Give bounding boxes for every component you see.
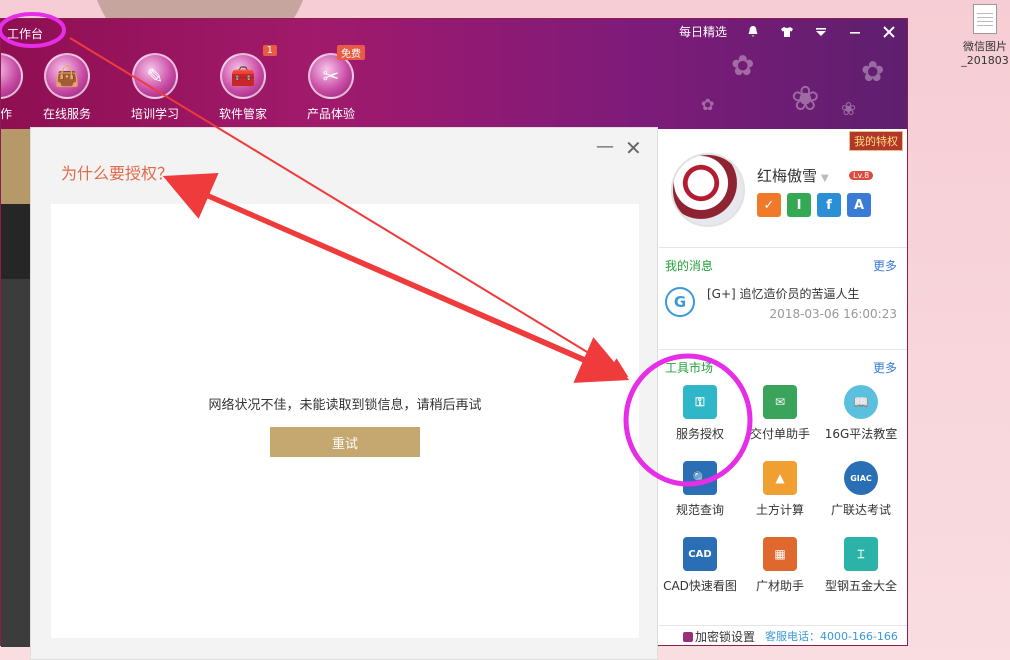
brick-icon: ▦	[763, 537, 797, 571]
tool-delivery-helper[interactable]: ✉ 交付单助手	[739, 385, 821, 442]
tools-heading: 工具市场	[665, 361, 714, 375]
magnifier-book-icon: 🔍	[683, 461, 717, 495]
toolkit-icon: 🧰	[220, 53, 266, 99]
badge-row: ✓ I f A	[757, 193, 871, 217]
tool-label: 服务授权	[675, 427, 724, 441]
lock-icon	[683, 632, 693, 642]
badge-f-icon[interactable]: f	[817, 193, 841, 217]
divider	[659, 349, 907, 350]
strip-dark-block	[1, 204, 31, 279]
hotline-text: 客服电话：4000-166-166	[765, 630, 898, 643]
badge-check-icon[interactable]: ✓	[757, 193, 781, 217]
error-message: 网络状况不佳，未能读取到锁信息，请稍后再试	[208, 398, 482, 413]
level-badge: Lv.8	[849, 171, 874, 180]
tool-material-helper[interactable]: ▦ 广材助手	[739, 537, 821, 594]
nav-item-workbench[interactable]: 作	[1, 49, 23, 127]
dialog-close-icon[interactable]: ✕	[625, 138, 642, 158]
dialog-title-link[interactable]: 为什么要授权？	[61, 160, 173, 184]
title-bar: ✿ ❀ ✿ ❀ ✿ 工作台 每日精选 作 👜 在线服务 ✎ 培训学习 1 🧰 软…	[1, 19, 907, 129]
tool-cad-viewer[interactable]: CAD CAD快速看图	[659, 537, 741, 594]
nav-label: 作	[1, 107, 12, 121]
shirt-skin-icon[interactable]	[779, 24, 795, 40]
nav-label: 培训学习	[130, 107, 179, 121]
tool-label: 16G平法教室	[824, 427, 898, 441]
badge-a-icon[interactable]: A	[847, 193, 871, 217]
document-icon: ✉	[763, 385, 797, 419]
right-sidebar: 我的特权 红梅傲雪 ▼ Lv.8 ✓ I f A 我的消息 更多 G [G+] 追…	[659, 129, 907, 645]
auth-dialog: 为什么要授权？ — ✕ 网络状况不佳，未能读取到锁信息，请稍后再试 重试	[30, 127, 658, 660]
nav-item-product-trial[interactable]: 免费 ✂ 产品体验	[287, 45, 375, 127]
workbench-icon	[1, 53, 23, 99]
messages-heading: 我的消息	[665, 259, 714, 273]
lock-settings-link[interactable]: 加密锁设置	[695, 628, 755, 645]
nav-item-software-manager[interactable]: 1 🧰 软件管家	[199, 45, 287, 127]
nav-item-online-service[interactable]: 👜 在线服务	[23, 49, 111, 127]
avatar[interactable]	[671, 153, 745, 227]
cad-icon: CAD	[683, 537, 717, 571]
close-icon[interactable]	[881, 24, 897, 40]
g-plus-icon: G	[665, 287, 695, 317]
message-item[interactable]: [G+] 追忆造价员的苦逼人生	[707, 285, 860, 302]
privilege-badge[interactable]: 我的特权	[849, 131, 903, 151]
tool-glodon-exam[interactable]: GIAC 广联达考试	[820, 461, 902, 518]
main-nav: 作 👜 在线服务 ✎ 培训学习 1 🧰 软件管家 免费 ✂ 产品体验	[1, 45, 375, 127]
minimize-icon[interactable]	[847, 24, 863, 40]
tools-more-link[interactable]: 更多	[873, 359, 897, 376]
steel-beam-icon: ⌶	[844, 537, 878, 571]
desktop-file-icon[interactable]: 微信图片 _201803	[960, 0, 1010, 72]
badge-i-icon[interactable]: I	[787, 193, 811, 217]
tool-label: 土方计算	[755, 503, 804, 517]
tool-label: 规范查询	[675, 503, 724, 517]
lock-person-icon: ⚿	[683, 385, 717, 419]
strip-gold-block	[1, 129, 31, 204]
nav-item-training[interactable]: ✎ 培训学习	[111, 49, 199, 127]
divider	[659, 247, 907, 248]
excavator-icon: ▲	[763, 461, 797, 495]
nav-label: 软件管家	[218, 107, 267, 121]
username[interactable]: 红梅傲雪 ▼	[757, 165, 829, 186]
title-controls: 每日精选	[679, 23, 897, 40]
bell-icon[interactable]	[745, 24, 761, 40]
messages-more-link[interactable]: 更多	[873, 257, 897, 274]
username-text: 红梅傲雪	[757, 167, 818, 185]
brush-icon: ✎	[132, 53, 178, 99]
nav-label: 在线服务	[42, 107, 91, 121]
tool-service-auth[interactable]: ⚿ 服务授权	[659, 385, 741, 442]
dialog-body: 网络状况不佳，未能读取到锁信息，请稍后再试 重试	[51, 204, 639, 638]
book-icon: 📖	[844, 385, 878, 419]
caret-down-icon[interactable]: ▼	[821, 173, 829, 184]
giac-icon: GIAC	[844, 461, 878, 495]
tool-label: CAD快速看图	[663, 579, 737, 593]
message-time: 2018-03-06 16:00:23	[769, 307, 897, 321]
background-window-strip	[1, 129, 31, 647]
dialog-minimize-icon[interactable]: —	[596, 138, 614, 156]
retry-button[interactable]: 重试	[270, 427, 420, 457]
desktop-file-label: 微信图片	[963, 40, 1007, 53]
menu-dropdown-icon[interactable]	[813, 24, 829, 40]
tool-label: 型钢五金大全	[824, 579, 897, 593]
tool-earthwork-calc[interactable]: ▲ 土方计算	[739, 461, 821, 518]
count-badge: 1	[262, 45, 277, 56]
tool-16g-classroom[interactable]: 📖 16G平法教室	[820, 385, 902, 442]
desktop-file-label-2: _201803	[961, 54, 1009, 67]
tool-label: 交付单助手	[749, 427, 810, 441]
free-badge: 免费	[337, 45, 365, 60]
nav-label: 产品体验	[306, 107, 355, 121]
app-title: 工作台	[7, 27, 44, 41]
tool-spec-query[interactable]: 🔍 规范查询	[659, 461, 741, 518]
daily-pick-link[interactable]: 每日精选	[679, 23, 727, 40]
tool-label: 广联达考试	[830, 503, 891, 517]
shopping-bag-icon: 👜	[44, 53, 90, 99]
tool-steel-hardware[interactable]: ⌶ 型钢五金大全	[820, 537, 902, 594]
tool-label: 广材助手	[755, 579, 804, 593]
image-file-icon	[973, 4, 997, 34]
sidebar-footer: 加密锁设置 客服电话：4000-166-166	[659, 625, 907, 645]
